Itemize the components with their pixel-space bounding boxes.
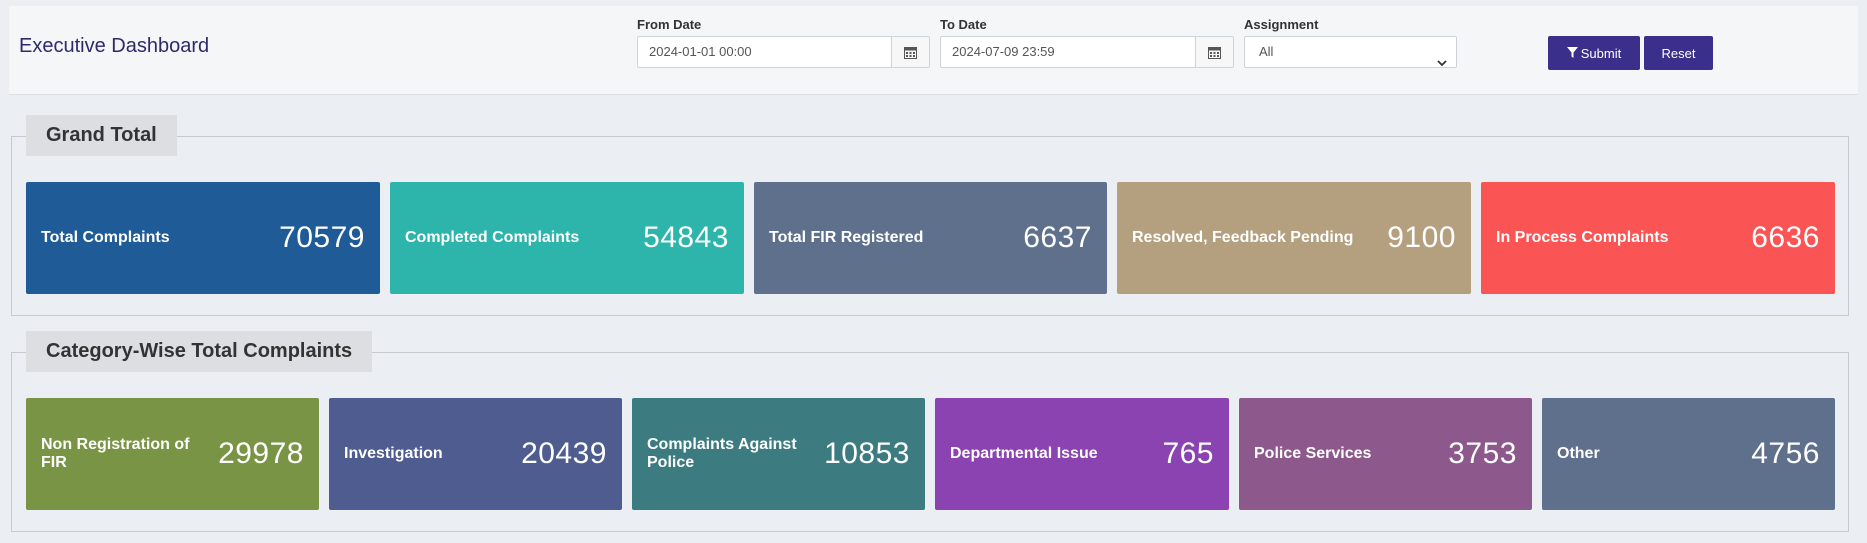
- assignment-value: All: [1259, 44, 1274, 59]
- grand-total-title: Grand Total: [26, 115, 177, 156]
- non-registration-of-fir-card[interactable]: Non Registration of FIR 29978: [26, 398, 319, 510]
- card-value: 3753: [1448, 437, 1517, 470]
- card-value: 54843: [643, 221, 729, 254]
- filter-icon: [1566, 46, 1578, 61]
- chevron-down-icon: [1437, 48, 1447, 78]
- in-process-complaints-card[interactable]: In Process Complaints 6636: [1481, 182, 1835, 294]
- to-date-field[interactable]: 2024-07-09 23:59: [940, 36, 1234, 68]
- card-value: 20439: [521, 437, 607, 470]
- card-value: 9100: [1387, 221, 1456, 254]
- police-services-card[interactable]: Police Services 3753: [1239, 398, 1532, 510]
- other-card[interactable]: Other 4756: [1542, 398, 1835, 510]
- complaints-against-police-card[interactable]: Complaints Against Police 10853: [632, 398, 925, 510]
- card-label: Investigation: [344, 445, 443, 462]
- to-date-label: To Date: [940, 17, 987, 32]
- card-label: Complaints Against Police: [647, 436, 797, 471]
- reset-label: Reset: [1661, 45, 1696, 61]
- card-label: Total Complaints: [41, 229, 170, 246]
- assignment-select[interactable]: All: [1244, 36, 1457, 68]
- total-fir-registered-card[interactable]: Total FIR Registered 6637: [754, 182, 1107, 294]
- to-date-value: 2024-07-09 23:59: [952, 44, 1055, 59]
- departmental-issue-card[interactable]: Departmental Issue 765: [935, 398, 1229, 510]
- submit-label: Submit: [1580, 45, 1622, 61]
- completed-complaints-card[interactable]: Completed Complaints 54843: [390, 182, 744, 294]
- card-label: Completed Complaints: [405, 229, 580, 246]
- category-wise-title: Category-Wise Total Complaints: [26, 331, 373, 372]
- submit-button[interactable]: Submit: [1548, 36, 1640, 70]
- investigation-card[interactable]: Investigation 20439: [329, 398, 622, 510]
- card-value: 765: [1162, 437, 1214, 470]
- card-value: 29978: [218, 437, 304, 470]
- total-complaints-card[interactable]: Total Complaints 70579: [26, 182, 380, 294]
- card-label: Total FIR Registered: [769, 229, 924, 246]
- card-label: Police Services: [1254, 445, 1372, 462]
- card-label: Other: [1557, 445, 1600, 462]
- card-value: 4756: [1751, 437, 1820, 470]
- resolved-feedback-pending-card[interactable]: Resolved, Feedback Pending 9100: [1117, 182, 1471, 294]
- reset-button[interactable]: Reset: [1644, 36, 1713, 70]
- card-value: 6637: [1023, 221, 1092, 254]
- card-value: 10853: [824, 437, 910, 470]
- card-value: 6636: [1751, 221, 1820, 254]
- calendar-icon[interactable]: [1195, 37, 1233, 67]
- from-date-value: 2024-01-01 00:00: [649, 44, 752, 59]
- from-date-label: From Date: [637, 17, 702, 32]
- card-value: 70579: [279, 221, 365, 254]
- from-date-field[interactable]: 2024-01-01 00:00: [637, 36, 930, 68]
- assignment-label: Assignment: [1244, 17, 1319, 32]
- card-label: Resolved, Feedback Pending: [1132, 229, 1354, 246]
- card-label: In Process Complaints: [1496, 229, 1669, 246]
- card-label: Departmental Issue: [950, 445, 1098, 462]
- page-title: Executive Dashboard: [19, 35, 210, 57]
- calendar-icon[interactable]: [891, 37, 929, 67]
- card-label: Non Registration of FIR: [41, 436, 190, 471]
